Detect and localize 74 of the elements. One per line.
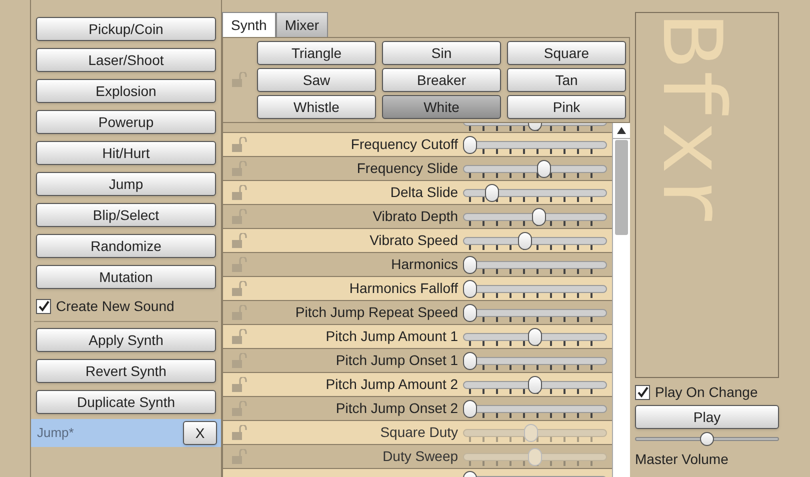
generator-button[interactable]: Pickup/Coin bbox=[36, 17, 216, 41]
slider[interactable] bbox=[463, 134, 608, 156]
slider-label: Master Volume bbox=[635, 452, 730, 466]
slider[interactable] bbox=[463, 398, 608, 420]
checkbox[interactable] bbox=[635, 384, 650, 400]
play-button[interactable]: Play bbox=[635, 405, 779, 429]
scrollbar[interactable] bbox=[612, 123, 630, 477]
waveform-button[interactable]: Sin bbox=[382, 41, 501, 65]
checkbox-label: Play On Change bbox=[655, 382, 758, 402]
parameter-label: Pitch Jump Repeat Speed bbox=[294, 303, 460, 322]
generator-button[interactable]: Jump bbox=[36, 172, 216, 196]
sound-list-item[interactable]: Jump* X bbox=[31, 419, 221, 447]
slider[interactable] bbox=[463, 302, 608, 324]
parameter-label: Delta Slide bbox=[389, 183, 460, 202]
parameter-label: Pitch Jump Amount 1 bbox=[324, 327, 460, 346]
waveform-button[interactable]: Breaker bbox=[382, 68, 501, 92]
waveform-button[interactable]: White bbox=[382, 95, 501, 119]
waveform-button[interactable]: Whistle bbox=[257, 95, 376, 119]
parameter-label: Frequency Cutoff bbox=[350, 135, 460, 154]
waveform-button[interactable]: Square bbox=[507, 41, 626, 65]
slider-thumb[interactable] bbox=[700, 432, 714, 446]
slider-thumb[interactable] bbox=[463, 256, 478, 274]
slider-thumb[interactable] bbox=[463, 400, 478, 418]
slider-thumb[interactable] bbox=[463, 280, 478, 298]
parameter-label: Frequency Slide bbox=[356, 159, 460, 178]
parameter-label: Pitch Jump Onset 2 bbox=[334, 399, 460, 418]
generator-button[interactable]: Blip/Select bbox=[36, 203, 216, 227]
synth-button[interactable]: Apply Synth bbox=[36, 328, 216, 352]
parameter-label: Pitch Jump Onset 1 bbox=[334, 351, 460, 370]
slider-thumb[interactable] bbox=[528, 328, 542, 346]
parameter-label: Harmonics Falloff bbox=[348, 279, 460, 298]
parameter-label: Vibrato Speed bbox=[368, 231, 460, 250]
tab[interactable]: Mixer bbox=[276, 12, 328, 37]
parameter-label: Duty Sweep bbox=[382, 447, 460, 466]
slider[interactable] bbox=[463, 254, 608, 276]
slider[interactable] bbox=[463, 278, 608, 300]
parameter-label: Harmonics bbox=[390, 255, 460, 274]
slider[interactable] bbox=[463, 350, 608, 372]
parameter-label: Square Duty bbox=[379, 423, 460, 442]
slider[interactable] bbox=[463, 182, 608, 204]
slider[interactable] bbox=[463, 230, 608, 252]
sound-name: Jump* bbox=[37, 424, 74, 442]
slider-thumb[interactable] bbox=[528, 376, 542, 394]
scroll-up-arrow-icon[interactable] bbox=[617, 127, 626, 134]
checkbox-label: Create New Sound bbox=[56, 296, 174, 316]
generator-button[interactable]: Randomize bbox=[36, 234, 216, 258]
slider-thumb[interactable] bbox=[485, 184, 500, 202]
parameter-label: Pitch Jump Amount 2 bbox=[324, 375, 460, 394]
slider-thumb[interactable] bbox=[463, 304, 478, 322]
synth-button[interactable]: Duplicate Synth bbox=[36, 390, 216, 414]
waveform-button[interactable]: Saw bbox=[257, 68, 376, 92]
slider-thumb[interactable] bbox=[518, 232, 532, 250]
slider[interactable] bbox=[463, 374, 608, 396]
close-button[interactable]: X bbox=[183, 421, 217, 445]
slider[interactable] bbox=[463, 158, 608, 180]
waveform-button[interactable]: Pink bbox=[507, 95, 626, 119]
generator-button[interactable]: Laser/Shoot bbox=[36, 48, 216, 72]
slider[interactable] bbox=[463, 326, 608, 348]
generator-button[interactable]: Explosion bbox=[36, 79, 216, 103]
slider-thumb[interactable] bbox=[532, 208, 546, 226]
waveform-button[interactable]: Triangle bbox=[257, 41, 376, 65]
slider-thumb[interactable] bbox=[537, 160, 552, 178]
slider-thumb[interactable] bbox=[463, 352, 478, 370]
synth-button[interactable]: Revert Synth bbox=[36, 359, 216, 383]
waveform-button[interactable]: Tan bbox=[507, 68, 626, 92]
parameter-label: Vibrato Depth bbox=[372, 207, 460, 226]
slider-thumb[interactable] bbox=[463, 136, 478, 154]
generator-button[interactable]: Mutation bbox=[36, 265, 216, 289]
scrollbar-thumb[interactable] bbox=[615, 140, 628, 235]
generator-button[interactable]: Hit/Hurt bbox=[36, 141, 216, 165]
generator-button[interactable]: Powerup bbox=[36, 110, 216, 134]
checkbox[interactable] bbox=[36, 298, 51, 314]
slider[interactable] bbox=[463, 206, 608, 228]
tab[interactable]: Synth bbox=[222, 12, 276, 37]
